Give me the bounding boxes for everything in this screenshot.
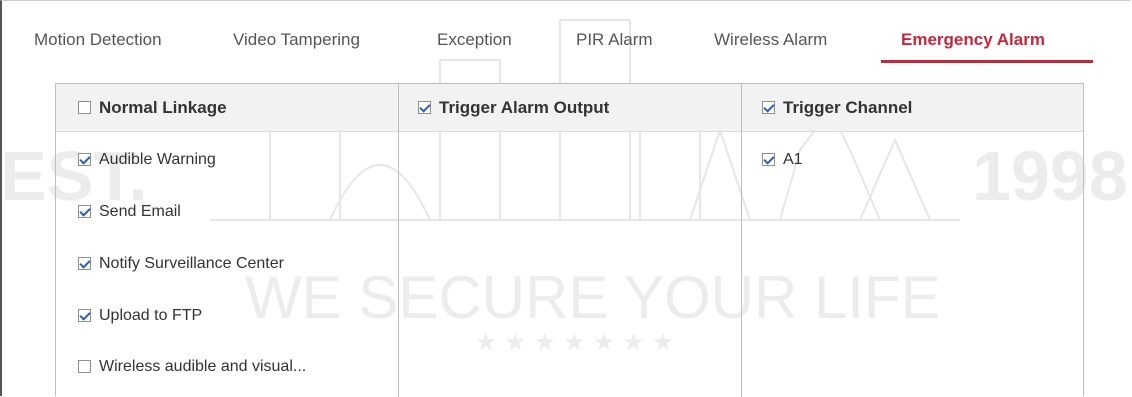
audible-warning-label: Audible Warning: [99, 150, 216, 168]
normal-linkage-label: Normal Linkage: [99, 97, 227, 117]
upload-to-ftp-option[interactable]: Upload to FTP: [78, 292, 202, 339]
tab-motion-detection[interactable]: Motion Detection: [34, 30, 162, 50]
channel-a1-checkbox[interactable]: [762, 153, 775, 166]
tab-video-tampering[interactable]: Video Tampering: [233, 30, 360, 50]
trigger-channel-checkbox[interactable]: [762, 101, 775, 114]
column-divider: [398, 84, 399, 397]
upload-to-ftp-checkbox[interactable]: [78, 309, 91, 322]
trigger-channel-header[interactable]: Trigger Channel: [762, 84, 912, 131]
notify-surveillance-center-checkbox[interactable]: [78, 257, 91, 270]
audible-warning-checkbox[interactable]: [78, 153, 91, 166]
tab-pir-alarm[interactable]: PIR Alarm: [576, 30, 653, 50]
trigger-channel-label: Trigger Channel: [783, 97, 913, 117]
tab-wireless-alarm[interactable]: Wireless Alarm: [714, 30, 827, 50]
channel-a1-option[interactable]: A1: [762, 136, 803, 183]
trigger-alarm-output-header[interactable]: Trigger Alarm Output: [418, 84, 609, 131]
trigger-alarm-output-checkbox[interactable]: [418, 101, 431, 114]
alarm-tabs: Motion Detection Video Tampering Excepti…: [24, 0, 1114, 63]
send-email-option[interactable]: Send Email: [78, 188, 181, 235]
send-email-checkbox[interactable]: [78, 205, 91, 218]
normal-linkage-checkbox[interactable]: [78, 101, 91, 114]
column-divider: [741, 84, 742, 397]
send-email-label: Send Email: [99, 202, 181, 220]
tab-exception[interactable]: Exception: [437, 30, 512, 50]
wireless-audible-visual-checkbox[interactable]: [78, 360, 91, 373]
notify-surveillance-center-label: Notify Surveillance Center: [99, 254, 284, 272]
wireless-audible-visual-option[interactable]: Wireless audible and visual...: [78, 343, 306, 390]
audible-warning-option[interactable]: Audible Warning: [78, 136, 216, 183]
active-tab-underline: [881, 60, 1093, 63]
channel-a1-label: A1: [783, 150, 803, 168]
linkage-panel: Normal Linkage Audible Warning Send Emai…: [55, 83, 1084, 397]
normal-linkage-header[interactable]: Normal Linkage: [78, 84, 227, 131]
upload-to-ftp-label: Upload to FTP: [99, 306, 203, 324]
tab-emergency-alarm[interactable]: Emergency Alarm: [901, 30, 1045, 50]
wireless-audible-visual-label: Wireless audible and visual...: [99, 357, 307, 375]
trigger-alarm-output-label: Trigger Alarm Output: [439, 97, 610, 117]
notify-surveillance-center-option[interactable]: Notify Surveillance Center: [78, 240, 284, 287]
